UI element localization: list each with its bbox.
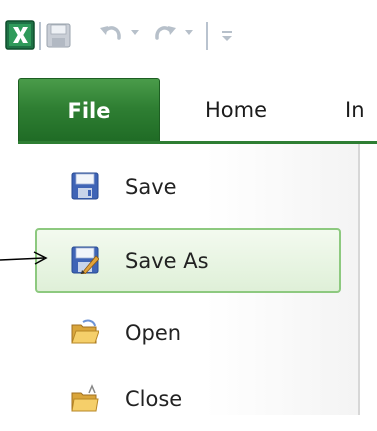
excel-logo-icon[interactable] bbox=[5, 20, 35, 50]
save-icon bbox=[71, 172, 99, 200]
menu-item-close[interactable]: Close bbox=[35, 366, 341, 431]
menu-item-save[interactable]: Save bbox=[35, 154, 341, 219]
tab-insert[interactable]: In bbox=[345, 78, 365, 142]
menu-item-label: Save As bbox=[125, 248, 209, 273]
redo-icon[interactable] bbox=[152, 22, 178, 48]
toolbar-separator bbox=[39, 22, 41, 50]
customize-toolbar-icon[interactable] bbox=[219, 22, 235, 50]
toolbar-separator bbox=[206, 22, 208, 50]
redo-dropdown-icon[interactable] bbox=[181, 24, 197, 40]
quick-access-toolbar bbox=[0, 0, 377, 78]
ribbon-tabs: File Home In bbox=[0, 78, 377, 142]
save-icon[interactable] bbox=[46, 23, 71, 48]
menu-item-save-as[interactable]: Save As bbox=[35, 228, 341, 293]
tab-file[interactable]: File bbox=[18, 78, 160, 142]
menu-item-open[interactable]: Open bbox=[35, 300, 341, 365]
pointer-arrow-icon bbox=[0, 251, 48, 265]
tab-home[interactable]: Home bbox=[205, 78, 267, 142]
menu-item-label: Close bbox=[125, 386, 183, 411]
undo-dropdown-icon[interactable] bbox=[127, 24, 143, 40]
save-as-icon bbox=[71, 246, 99, 274]
undo-icon[interactable] bbox=[98, 22, 124, 48]
backstage-divider bbox=[358, 144, 360, 415]
close-folder-icon bbox=[71, 384, 99, 412]
menu-item-label: Open bbox=[125, 320, 182, 345]
menu-item-label: Save bbox=[125, 174, 177, 199]
open-folder-icon bbox=[71, 319, 99, 344]
